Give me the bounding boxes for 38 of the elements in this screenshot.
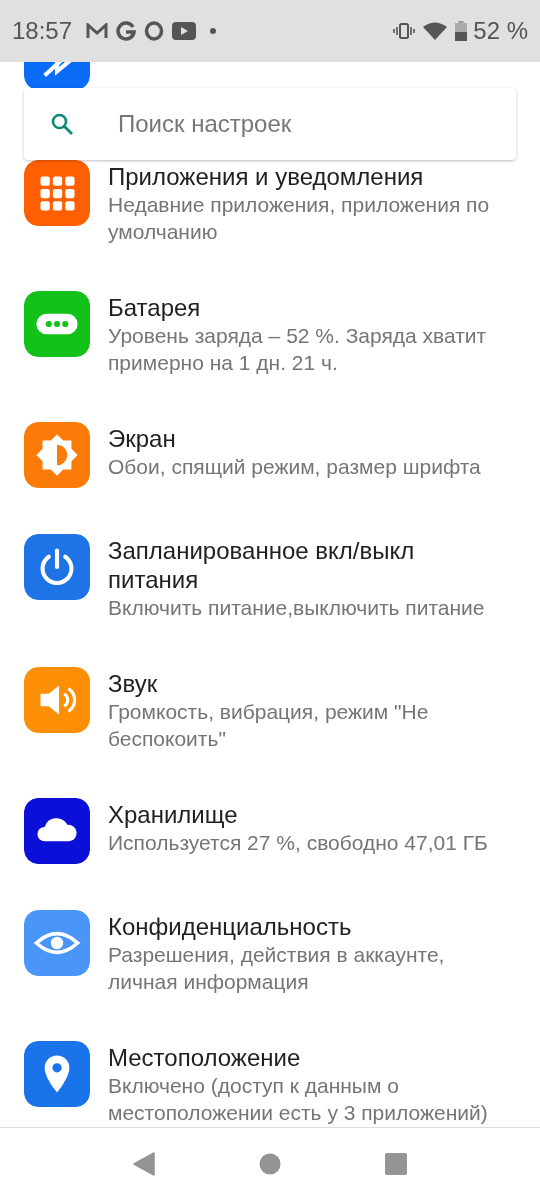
clock: 18:57 bbox=[12, 17, 73, 45]
setting-title[interactable]: Звук bbox=[108, 669, 500, 698]
g-icon bbox=[116, 21, 137, 41]
battery-icon bbox=[455, 21, 468, 41]
setting-summary: Разрешения, действия в аккаунте, личная информация bbox=[108, 942, 446, 995]
search-input[interactable]: Поиск настроек bbox=[116, 109, 500, 139]
notification-dot-icon bbox=[210, 28, 217, 34]
power-icon[interactable] bbox=[24, 534, 90, 600]
wifi-icon bbox=[423, 22, 448, 40]
vibrate-icon bbox=[393, 23, 416, 39]
privacy-icon[interactable] bbox=[24, 910, 90, 976]
setting-summary: Включить питание,выключить питание bbox=[108, 595, 486, 621]
back-button[interactable] bbox=[133, 1152, 155, 1176]
apps-icon[interactable] bbox=[24, 160, 90, 226]
mail-icon bbox=[86, 23, 109, 39]
setting-summary: Обои, спящий режим, размер шрифта bbox=[108, 454, 481, 480]
setting-summary: Недавние приложения, приложения по умолчанию bbox=[108, 192, 491, 245]
sound-icon[interactable] bbox=[24, 667, 90, 733]
setting-summary: Громкость, вибрация, режим "Не беспокоить" bbox=[108, 699, 430, 752]
search-icon bbox=[50, 112, 74, 136]
setting-summary: Включено (доступ к данным о местоположении есть у 3 приложений) bbox=[108, 1073, 489, 1126]
storage-icon[interactable] bbox=[24, 798, 90, 864]
play-icon bbox=[172, 22, 197, 40]
display-icon[interactable] bbox=[24, 422, 90, 488]
setting-title[interactable]: Запланированное вкл/выкл питания bbox=[108, 536, 500, 594]
setting-title[interactable]: Конфиденциальность bbox=[108, 912, 500, 941]
setting-title[interactable]: Хранилище bbox=[108, 800, 488, 829]
setting-title[interactable]: Экран bbox=[108, 424, 481, 453]
battery-percent: 52 % bbox=[473, 17, 528, 45]
setting-summary: Уровень заряда – 52 %. Заряда хватит примерно на 1 дн. 21 ч. bbox=[108, 323, 488, 376]
setting-title[interactable]: Местоположение bbox=[108, 1043, 500, 1072]
setting-title[interactable]: Батарея bbox=[108, 293, 500, 322]
home-button[interactable] bbox=[259, 1153, 281, 1175]
location-icon[interactable] bbox=[24, 1041, 90, 1107]
ring-icon bbox=[144, 21, 165, 41]
setting-summary: Используется 27 %, свободно 47,01 ГБ bbox=[108, 830, 488, 856]
battery-icon[interactable] bbox=[24, 291, 90, 357]
setting-title[interactable]: Приложения и уведомления bbox=[108, 162, 500, 191]
